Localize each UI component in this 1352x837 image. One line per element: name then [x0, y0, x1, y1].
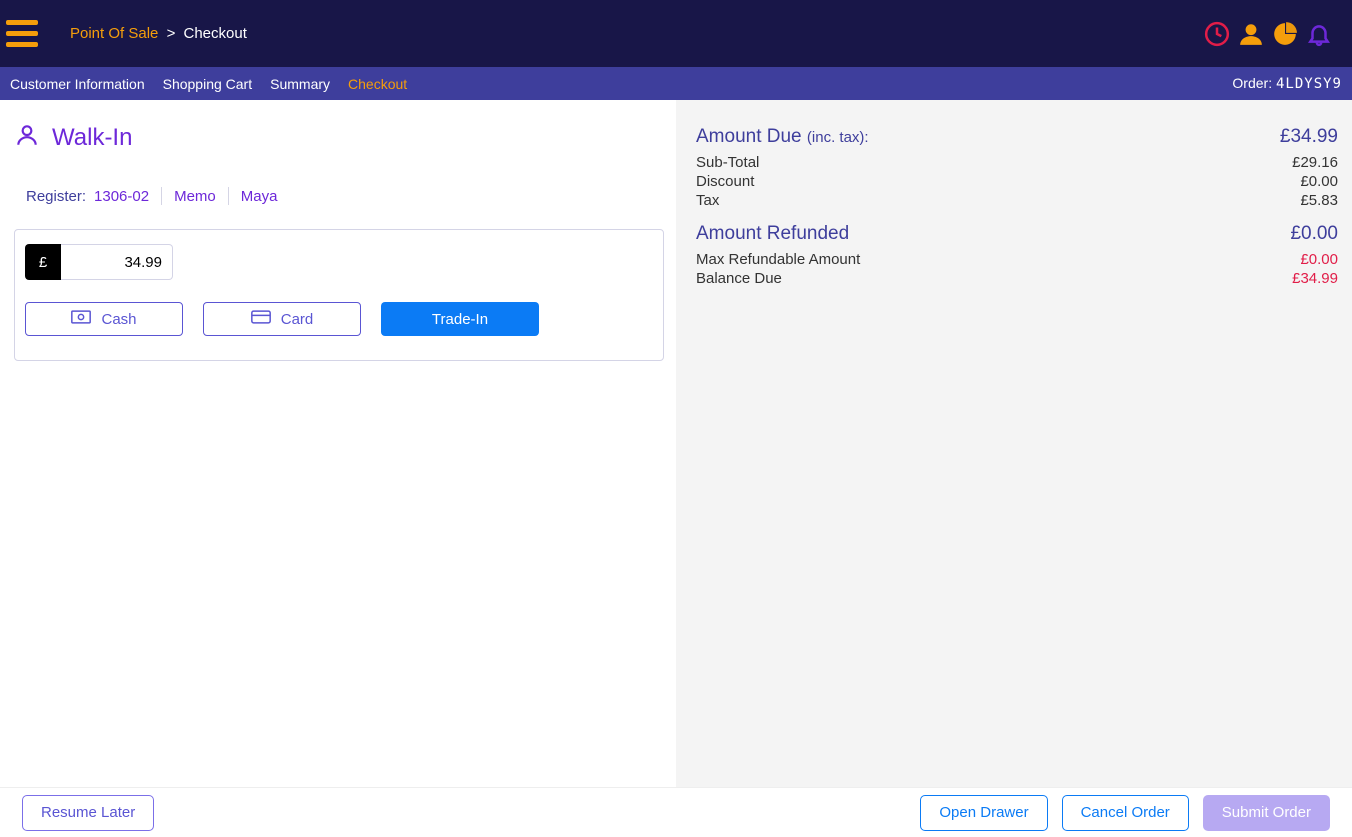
balance-due-label: Balance Due [696, 270, 782, 287]
main-area: Walk-In Register: 1306-02 Memo Maya £ Ca… [0, 100, 1352, 787]
open-drawer-button[interactable]: Open Drawer [920, 795, 1047, 831]
currency-badge: £ [25, 244, 61, 280]
register-value[interactable]: 1306-02 [94, 188, 149, 205]
breadcrumb-current: Checkout [184, 25, 247, 42]
memo-link[interactable]: Memo [174, 188, 216, 205]
payment-box: £ Cash Card Trade-In [14, 229, 664, 361]
resume-later-button[interactable]: Resume Later [22, 795, 154, 831]
amount-refunded-value: £0.00 [1290, 223, 1338, 245]
person-icon [14, 122, 40, 153]
tab-customer-info[interactable]: Customer Information [10, 76, 145, 92]
sub-nav: Customer Information Shopping Cart Summa… [0, 67, 1352, 100]
subtotal-row: Sub-Total £29.16 [696, 154, 1338, 171]
customer-row: Walk-In [14, 122, 664, 153]
left-column: Walk-In Register: 1306-02 Memo Maya £ Ca… [0, 100, 676, 787]
tradein-button[interactable]: Trade-In [381, 302, 539, 336]
max-refundable-row: Max Refundable Amount £0.00 [696, 251, 1338, 268]
top-icons [1204, 21, 1332, 47]
cancel-order-button[interactable]: Cancel Order [1062, 795, 1189, 831]
max-refundable-value: £0.00 [1300, 251, 1338, 268]
discount-value: £0.00 [1300, 173, 1338, 190]
tab-checkout[interactable]: Checkout [348, 76, 407, 92]
amount-due-value: £34.99 [1280, 126, 1338, 148]
tab-shopping-cart[interactable]: Shopping Cart [163, 76, 253, 92]
amount-input[interactable] [61, 244, 173, 280]
cash-label: Cash [101, 311, 136, 328]
card-button[interactable]: Card [203, 302, 361, 336]
breadcrumb-sep: > [167, 25, 176, 42]
user-icon[interactable] [1238, 21, 1264, 47]
meta-divider [228, 187, 229, 205]
amount-refunded-row: Amount Refunded £0.00 [696, 223, 1338, 245]
right-column: Amount Due (inc. tax): £34.99 Sub-Total … [676, 100, 1352, 787]
amount-due-label: Amount Due (inc. tax): [696, 126, 869, 148]
tax-value: £5.83 [1300, 192, 1338, 209]
cash-icon [71, 310, 91, 328]
footer-bar: Resume Later Open Drawer Cancel Order Su… [0, 787, 1352, 837]
submit-order-button[interactable]: Submit Order [1203, 795, 1330, 831]
balance-due-row: Balance Due £34.99 [696, 270, 1338, 287]
tax-label: Tax [696, 192, 719, 209]
hamburger-icon[interactable] [6, 14, 46, 54]
payment-buttons: Cash Card Trade-In [25, 302, 653, 336]
user-name[interactable]: Maya [241, 188, 278, 205]
tradein-label: Trade-In [432, 311, 488, 328]
bell-icon[interactable] [1306, 21, 1332, 47]
clock-icon[interactable] [1204, 21, 1230, 47]
order-label: Order: [1232, 75, 1276, 91]
discount-row: Discount £0.00 [696, 173, 1338, 190]
meta-row: Register: 1306-02 Memo Maya [14, 187, 664, 205]
customer-name: Walk-In [52, 124, 132, 152]
subtotal-label: Sub-Total [696, 154, 759, 171]
subtotal-value: £29.16 [1292, 154, 1338, 171]
breadcrumb-root[interactable]: Point Of Sale [70, 25, 158, 42]
amount-due-row: Amount Due (inc. tax): £34.99 [696, 126, 1338, 148]
discount-label: Discount [696, 173, 754, 190]
balance-due-value: £34.99 [1292, 270, 1338, 287]
order-code: 4LDYSY9 [1276, 76, 1342, 92]
tax-row: Tax £5.83 [696, 192, 1338, 209]
card-icon [251, 310, 271, 328]
meta-divider [161, 187, 162, 205]
top-bar: Point Of Sale > Checkout [0, 0, 1352, 67]
cash-button[interactable]: Cash [25, 302, 183, 336]
order-indicator: Order: 4LDYSY9 [1232, 75, 1342, 92]
card-label: Card [281, 311, 314, 328]
tab-summary[interactable]: Summary [270, 76, 330, 92]
amount-input-group: £ [25, 244, 173, 280]
amount-refunded-label: Amount Refunded [696, 223, 849, 245]
breadcrumb: Point Of Sale > Checkout [70, 25, 247, 42]
register-label: Register: [26, 188, 86, 205]
pie-chart-icon[interactable] [1272, 21, 1298, 47]
max-refundable-label: Max Refundable Amount [696, 251, 860, 268]
